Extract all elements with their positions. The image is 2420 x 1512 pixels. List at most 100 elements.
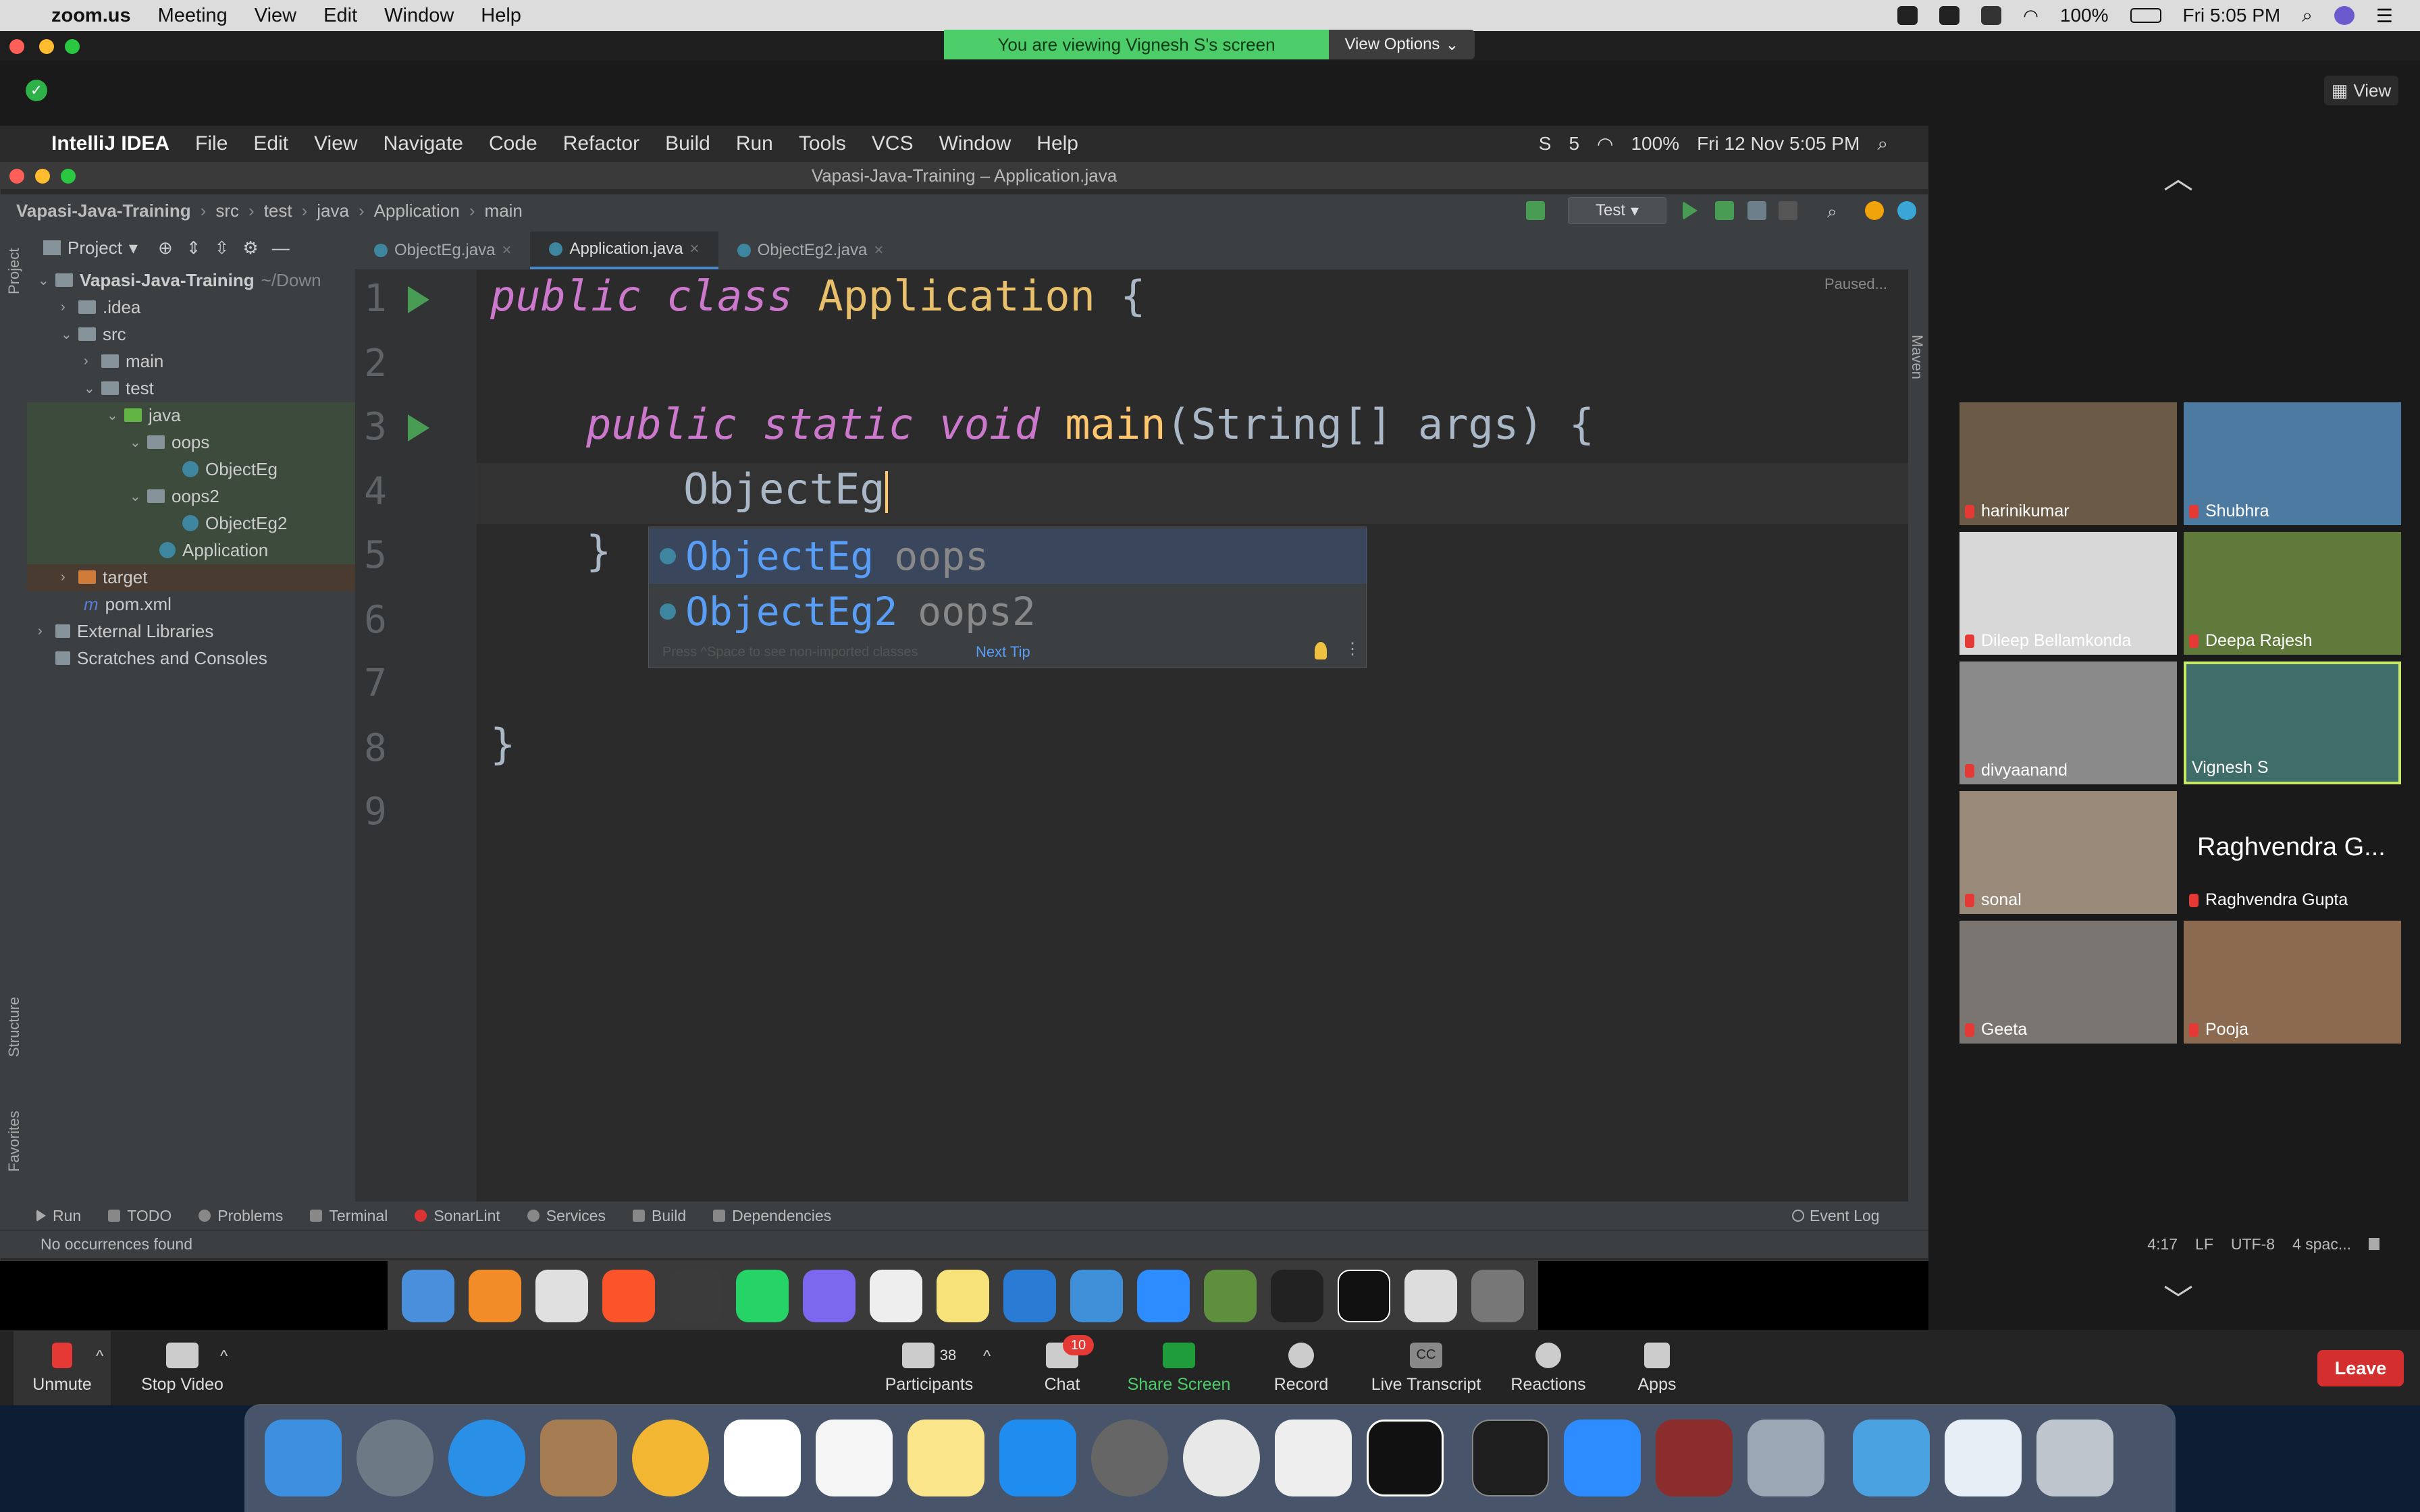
participants-button[interactable]: 38 Participants [875,1331,983,1405]
share-screen-button[interactable]: Share Screen [1124,1331,1234,1405]
wifi-icon[interactable]: ◠ [2023,5,2038,26]
gallery-scroll-up-icon[interactable]: ︿ [2158,154,2199,195]
menu-view[interactable]: View [255,5,296,27]
battery-icon[interactable] [2130,8,2161,23]
unmute-button[interactable]: Unmute [14,1331,111,1405]
code-line-8: } [490,720,516,769]
reactions-button[interactable]: Reactions [1510,1331,1587,1405]
record-button[interactable]: Record [1264,1331,1338,1405]
package-icon [147,435,165,449]
participants-options-chevron-icon[interactable]: ^ [983,1347,991,1366]
class-icon [374,244,388,257]
participant-tile[interactable]: Geeta [1959,921,2177,1044]
terminal-icon[interactable] [1472,1420,1549,1496]
menu-help[interactable]: Help [481,5,521,27]
participant-tile[interactable]: Dileep Bellamkonda [1959,532,2177,655]
mac-menubar: zoom.us Meeting View Edit Window Help ◠ … [0,0,2420,31]
battery-percent[interactable]: 100% [2060,5,2109,26]
participant-tile[interactable]: Deepa Rajesh [2184,532,2401,655]
gallery-scroll-down-icon[interactable]: ﹀ [2158,1276,2199,1317]
folder-icon [78,300,96,314]
menu-edit[interactable]: Edit [323,5,357,27]
tree-label: java [149,404,181,425]
zoom-icon[interactable] [1564,1420,1641,1496]
keyword: class [666,271,793,321]
menu-app-name[interactable]: zoom.us [51,5,131,27]
reminders-icon[interactable] [816,1420,893,1496]
participant-tile[interactable]: Raghvendra G... Raghvendra Gupta [2184,791,2401,914]
control-center-icon[interactable]: ☰ [2376,5,2393,27]
collapse-all-icon: ⇳ [214,237,230,258]
notes-icon[interactable] [908,1420,984,1496]
minimize-window-icon[interactable] [39,39,54,54]
spotlight-search-icon[interactable]: ⌕ [2302,5,2313,27]
participant-tile-active-speaker[interactable]: Vignesh S [2184,662,2401,784]
folder-icon [101,381,119,395]
tool-label: Dependencies [732,1206,832,1224]
view-layout-button[interactable]: ▦ View [2324,76,2398,105]
menu-meeting[interactable]: Meeting [158,5,228,27]
finder-icon[interactable] [265,1420,342,1496]
apps-button[interactable]: Apps [1629,1331,1685,1405]
tree-label: Scratches and Consoles [77,647,267,668]
project-panel [27,227,355,1202]
dictionary-icon[interactable] [1656,1420,1733,1496]
calendar-icon[interactable] [724,1420,801,1496]
clickup-icon [802,1270,856,1322]
live-transcript-button[interactable]: CC Live Transcript [1367,1331,1485,1405]
menu-window[interactable]: Window [384,5,454,27]
bottom-tool-bar: Run TODO Problems Terminal SonarLint Ser… [0,1202,1928,1230]
participant-tile[interactable]: harinikumar [1959,402,2177,525]
participant-name: harinikumar [1965,502,2070,521]
participant-tile[interactable]: Shubhra [2184,402,2401,525]
tree-item-objecteg2: ObjectEg2 [182,510,287,536]
siri-icon[interactable] [2334,6,2355,25]
input-source-icon[interactable] [1981,6,2002,25]
line-number: 9 [364,790,387,834]
preview-icon[interactable] [1747,1420,1824,1496]
stop-video-button[interactable]: Stop Video [132,1331,232,1405]
zoom-status-icon[interactable] [1897,6,1918,25]
documents-stack-icon[interactable] [1945,1420,2022,1496]
participant-display-name: Raghvendra G... [2197,833,2386,861]
ij-close-icon [9,169,24,184]
participant-tile[interactable]: divyaanand [1959,662,2177,784]
close-window-icon[interactable] [9,39,24,54]
chrome-icon[interactable] [1183,1420,1260,1496]
view-options-dropdown[interactable]: View Options ⌄ [1329,30,1475,59]
brave-icon [602,1270,655,1322]
video-options-chevron-icon[interactable]: ^ [220,1347,228,1366]
folder-icon [78,327,96,341]
more-options-icon: ⋮ [1344,640,1361,658]
photos-icon[interactable] [632,1420,709,1496]
safari-icon[interactable] [448,1420,525,1496]
participant-tile[interactable]: Pooja [2184,921,2401,1044]
leave-meeting-button[interactable]: Leave [2317,1350,2404,1386]
ij-menu-file: File [195,132,228,155]
launchpad-icon[interactable] [357,1420,433,1496]
line-number: 7 [364,662,387,705]
package-icon [147,489,165,503]
mail-icon[interactable] [540,1420,617,1496]
menubar-clock[interactable]: Fri 5:05 PM [2183,5,2281,26]
typed-identifier: ObjectEg [683,464,885,514]
intellij-window-title: Vapasi-Java-Training – Application.java [0,162,1928,189]
trash-icon[interactable] [2036,1420,2113,1496]
skype-status-icon[interactable] [1939,6,1960,25]
slack-icon[interactable] [1275,1420,1352,1496]
tool-label: Terminal [329,1206,388,1224]
system-preferences-icon[interactable] [1091,1420,1168,1496]
tree-label: External Libraries [77,620,214,641]
downloads-folder-icon[interactable] [1853,1420,1930,1496]
intellij-icon[interactable] [1367,1420,1444,1496]
maximize-window-icon[interactable] [65,39,80,54]
screen-share-banner: You are viewing Vignesh S's screen [944,30,1329,59]
class-icon [182,461,199,477]
audio-options-chevron-icon[interactable]: ^ [96,1347,103,1366]
finder-icon [401,1270,454,1322]
encryption-shield-icon[interactable]: ✓ [26,80,47,101]
participant-tile[interactable]: sonal [1959,791,2177,914]
app-store-icon[interactable] [999,1420,1076,1496]
debug-icon [1715,201,1734,220]
structure-tool-label: Structure [5,996,22,1057]
